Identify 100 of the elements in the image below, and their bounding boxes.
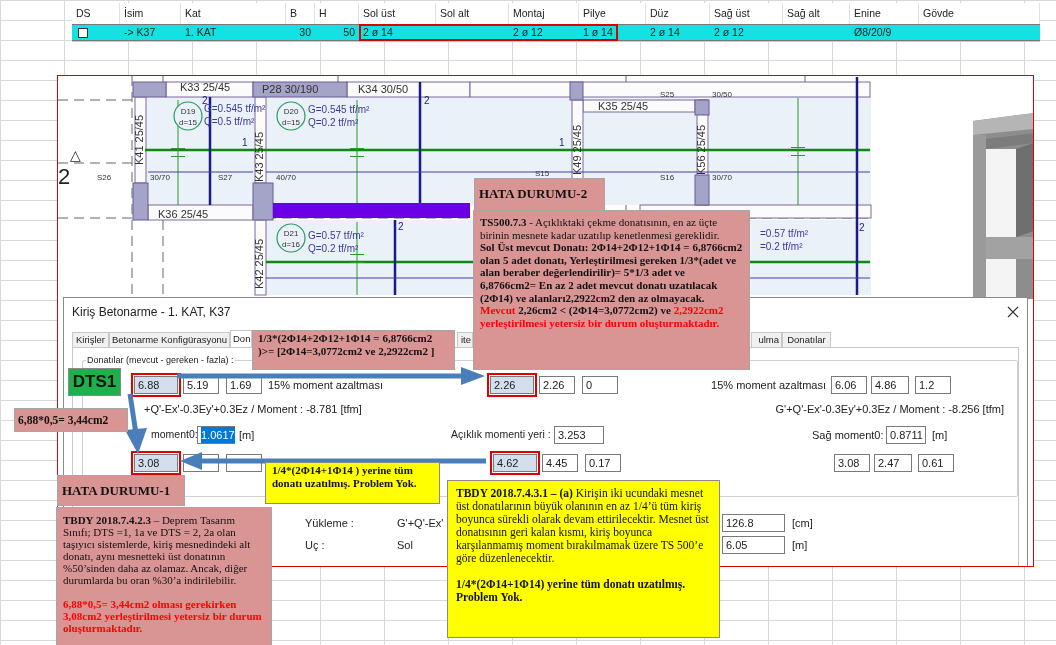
input-field[interactable]: 126.8 xyxy=(722,514,785,532)
beam-label: K43 25/45 xyxy=(253,131,265,183)
span-label: S27 xyxy=(218,173,233,182)
input-field[interactable]: 2.47 xyxy=(874,454,912,472)
note-text: 1/3*(2Φ14+2Φ12+1Φ14 = 6,8766cm2 )>= [2Φ14=3,0772cm2 ve 2,2922cm2 ] xyxy=(258,332,436,357)
input-field[interactable]: 3.253 xyxy=(554,426,604,444)
note-text: 6,88*0,5= 3,44cm2 xyxy=(18,413,110,428)
table-cell-text: 2 ø 14 xyxy=(362,25,394,40)
beam-label: K41 25/45 xyxy=(133,114,145,166)
beam-label: K42 25/45 xyxy=(253,238,265,290)
input-field[interactable]: 6.88 xyxy=(134,376,178,394)
input-field[interactable]: 3.08 xyxy=(134,454,178,472)
field-label: Yükleme : xyxy=(305,515,355,531)
axis-label: △ xyxy=(70,147,81,163)
field-label: 15% moment azaltması xyxy=(710,377,827,393)
note-text: TBDY 2018.7.4.2.3 – Deprem Tasarım Sınıfı; DTS =1, 1a ve DTS = 2, 2a olan taşıyıcı sistemlerde, kiriş mesnedindeki alt donatı, aynı mesnetteki üst donatının %50’sinden daha az olamaz. Ancak, diğer durumlarda bu oran %30’a indirilebilir. xyxy=(63,514,252,586)
beam-label: K36 25/45 xyxy=(158,208,209,220)
note-text: TS500.7.3 - Açıklıktaki çekme donatısının, en az üçte birinin mesnete kadar uzatılıp kenetlenmesi gereklidir. xyxy=(480,216,721,242)
line-number: 2 xyxy=(398,221,404,232)
slab-label: D21 xyxy=(283,229,299,238)
line-number: 2 xyxy=(424,95,430,106)
tab[interactable]: ulma xyxy=(751,332,782,347)
input-field[interactable]: 1.0617 xyxy=(197,426,235,444)
field-value: Sol xyxy=(397,537,413,553)
input-field[interactable]: 4.45 xyxy=(542,454,578,472)
span-label: S15 xyxy=(535,169,550,178)
slab-label: d=16 xyxy=(282,240,300,249)
span-label: 30/70 xyxy=(150,173,171,182)
beam-label: K35 25/45 xyxy=(598,100,649,112)
line-number: 1 xyxy=(242,137,248,148)
input-field[interactable]: 0.17 xyxy=(585,454,621,472)
tab[interactable]: Kirişler xyxy=(72,332,109,347)
field-label: moment0: xyxy=(151,427,197,443)
input-field[interactable]: 1.2 xyxy=(915,376,951,394)
slab-label: d=15 xyxy=(282,118,300,127)
input-field[interactable]: 2.26 xyxy=(490,376,534,394)
note-text: 6,88*0,5= 3,44cm2 olması gerekirken 3,08cm2 yerleştirilmesi yetersiz bir durum oluşturmaktadır. xyxy=(63,598,263,634)
slab-label: D19 xyxy=(180,107,196,116)
field-label: Sağ moment0: xyxy=(812,427,885,443)
span-label: 30/50 xyxy=(712,90,733,99)
field-value: G'+Q'-Ex' xyxy=(397,515,444,531)
load-label: Q=0.2 tf/m² xyxy=(308,243,359,254)
input-field[interactable]: 0 xyxy=(582,376,618,394)
load-label: =0.57 tf/m² xyxy=(760,228,809,239)
moment-text: +Q'-Ex'-0.3Ey'+0.3Ez / Moment : -8.781 [tfm] xyxy=(144,401,362,417)
load-label: Q=0.2 tf/m² xyxy=(308,117,359,128)
table-cell-text: 50 xyxy=(342,25,356,40)
slab-label: d=15 xyxy=(179,118,197,127)
beam-label: P28 30/190 xyxy=(262,83,319,95)
beam-label: K34 30/50 xyxy=(358,83,409,95)
input-field[interactable]: 4.86 xyxy=(871,376,909,394)
table-cell-text: -> K37 xyxy=(123,25,157,40)
tab[interactable]: Betonarme Konfigürasyonu xyxy=(109,332,230,347)
note-text: TBDY 2018.7.4.3.1 – (a) Kirişin iki ucundaki mesnet üst donatılarının büyük olanının en az 1/4’ü tüm kiriş boyunca sürekli olarak devam ettirilecektir. Mesnet üst donatısının geri kalan kısmı, kiriş boyunca karşılanmamış moment bırakılmamak üzere TS 500’e göre düzenlenecektir. xyxy=(456,487,710,565)
note-text: HATA DURUMU-2 xyxy=(479,185,589,203)
field-label: 15% moment azaltması xyxy=(268,377,384,393)
table-cell-text: Ø8/20/9 xyxy=(853,25,893,40)
table-row[interactable]: -> K37 1. KAT 30 50 2 ø 14 2 ø 12 1 ø 14 2 ø 14 2 ø 12 Ø8/20/9 xyxy=(72,24,1040,41)
field-label: Uç : xyxy=(305,537,326,553)
table-cell-text: 1 ø 14 xyxy=(582,25,614,40)
load-label: G=0.545 tf/m² xyxy=(308,104,370,115)
axis-label: 2 xyxy=(58,164,71,189)
window-title: Kiriş Betonarme - 1. KAT, K37 xyxy=(72,304,231,321)
input-field[interactable]: 2.26 xyxy=(539,376,575,394)
column-header: Sol üst xyxy=(359,3,436,24)
tab[interactable]: Donatılar xyxy=(782,332,831,347)
table-cell-text: 2 ø 14 xyxy=(649,25,681,40)
span-label: 40/70 xyxy=(276,173,297,182)
note-text: 1/4*(2Φ14+1Φ14 ) yerine tüm donatı uzatılmış. Problem Yok. xyxy=(272,464,418,490)
input-field[interactable]: 0.61 xyxy=(918,454,954,472)
unit-label: [m] xyxy=(239,427,256,443)
line-number: 2 xyxy=(859,222,865,233)
note-text: HATA DURUMU-1 xyxy=(62,482,172,500)
note-text: Mevcut 2,26cm2 < (2Φ14=3,0772cm2) ve 2,2922cm2 yerleştirilmesi yetersiz bir durum oluşturmaktadır. xyxy=(480,304,725,330)
tab[interactable]: Don xyxy=(230,330,252,347)
unit-label: [cm] xyxy=(792,515,813,531)
note-text: Sol Üst mevcut Donatı: 2Φ14+2Φ12+1Φ14 = 6,8766cm2 olan 5 adet donatı, Yerleştirilmesi gereken 1/3*(adet ve alan beraber değerlendirilir)= 5*1/3 adet ve 6,8766cm2= En az 2 adet mevcut donatı uzatılacak (2Φ14) ve alanları2,2922cm2 den az olmayacak. xyxy=(480,241,743,305)
load-label: =0.2 tf/m² xyxy=(760,241,803,252)
span-label: 30/70 xyxy=(712,173,733,182)
input-field[interactable]: 6.06 xyxy=(831,376,867,394)
checkbox[interactable] xyxy=(78,27,88,38)
load-label: G=0.57 tf/m² xyxy=(308,230,364,241)
unit-label: [m] xyxy=(932,427,948,443)
moment-text: G'+Q'-Ex'-0.3Ey'+0.3Ez / Moment : -8.256 [tfm] xyxy=(775,401,1004,417)
column-header: Sol alt xyxy=(436,3,509,24)
input-field[interactable]: 6.05 xyxy=(722,536,785,554)
table-cell-text: 1. KAT xyxy=(184,25,218,40)
span-label: S26 xyxy=(97,173,112,182)
close-icon[interactable] xyxy=(1007,306,1019,318)
input-field[interactable]: 4.62 xyxy=(493,454,537,472)
field-label: Açıklık momenti yeri : xyxy=(451,427,552,443)
note-text: 1/4*(2Φ14+1Φ14) yerine tüm donatı uzatılmış. Problem Yok. xyxy=(456,578,687,604)
unit-label: [m] xyxy=(792,537,808,553)
input-field[interactable]: 0.8711 xyxy=(886,426,926,444)
note-text: DTS1 xyxy=(72,371,117,394)
input-field[interactable]: 3.08 xyxy=(834,454,870,472)
tab[interactable]: ite xyxy=(457,332,473,347)
group-label: Donatılar (mevcut - gereken - fazla) : xyxy=(86,354,235,366)
beam-label: K56 25/45 xyxy=(695,124,707,176)
column-header: Montaj xyxy=(509,3,579,24)
